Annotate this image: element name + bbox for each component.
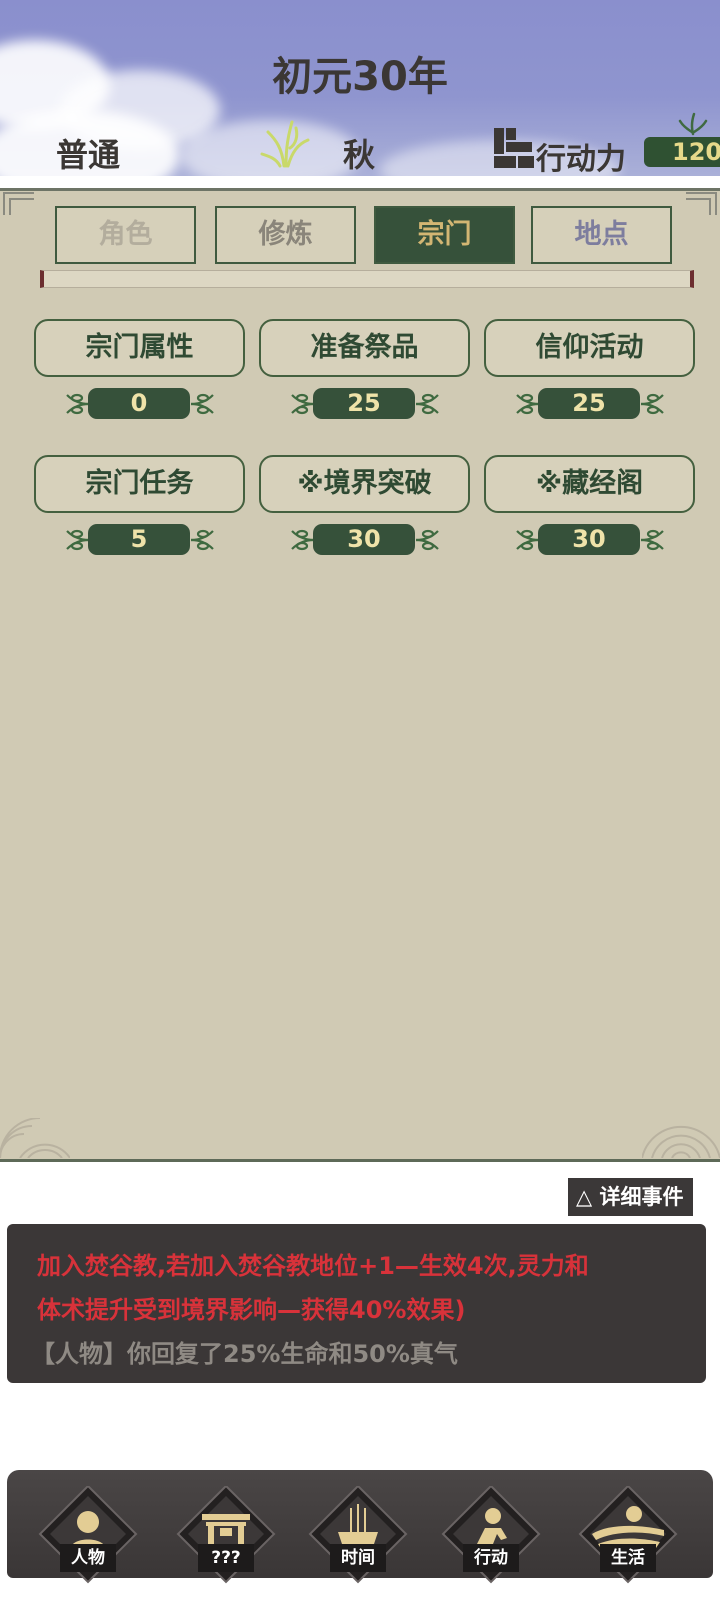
nav-label: ??? — [198, 1544, 254, 1572]
nav-unknown[interactable]: ??? — [176, 1486, 276, 1586]
nav-label: 人物 — [60, 1544, 116, 1572]
cost-value: 30 — [313, 524, 415, 555]
tab-sect[interactable]: 宗门 — [374, 206, 515, 264]
nav-action[interactable]: 行动 — [441, 1486, 541, 1586]
season-label: 秋 — [343, 136, 376, 174]
action-power-value: 120 — [644, 137, 720, 167]
nav-label: 生活 — [600, 1544, 656, 1572]
current-year: 初元30年 — [272, 54, 448, 100]
scripture-library-button[interactable]: ※藏经阁 — [484, 455, 695, 513]
leaf-icon — [678, 112, 708, 136]
wave-ornament — [0, 1118, 70, 1158]
cost-value: 25 — [313, 388, 415, 419]
right-leaf-icon — [415, 393, 439, 415]
action-power-icon — [494, 128, 534, 168]
realm-breakthrough-button[interactable]: ※境界突破 — [259, 455, 470, 513]
cost-value: 30 — [538, 524, 640, 555]
nav-label: 时间 — [330, 1544, 386, 1572]
right-leaf-icon — [415, 529, 439, 551]
corner-ornament — [3, 192, 34, 215]
cost-indicator: 0 — [65, 386, 215, 422]
right-leaf-icon — [190, 529, 214, 551]
cost-indicator: 25 — [515, 386, 665, 422]
event-log[interactable]: 加入焚谷教,若加入焚谷教地位+1—生效4次,灵力和 体术提升受到境界影响—获得4… — [7, 1224, 706, 1383]
right-leaf-icon — [640, 529, 664, 551]
log-line: 体术提升受到境界影响—获得40%效果) — [37, 1296, 466, 1324]
log-line: 加入焚谷教,若加入焚谷教地位+1—生效4次,灵力和 — [37, 1252, 589, 1280]
autumn-grass-icon — [260, 120, 310, 168]
corner-ornament — [686, 192, 717, 215]
detail-events-button[interactable]: △ 详细事件 — [568, 1178, 693, 1216]
nav-label: 行动 — [463, 1544, 519, 1572]
right-leaf-icon — [640, 393, 664, 415]
prepare-offerings-button[interactable]: 准备祭品 — [259, 319, 470, 377]
divider-bar — [40, 270, 694, 288]
cost-value: 5 — [88, 524, 190, 555]
cost-indicator: 30 — [290, 522, 440, 558]
cost-indicator: 5 — [65, 522, 215, 558]
tab-location[interactable]: 地点 — [531, 206, 672, 264]
nav-life[interactable]: 生活 — [578, 1486, 678, 1586]
action-power-label: 行动力 — [536, 142, 626, 176]
wave-ornament — [642, 1125, 720, 1158]
difficulty-label: 普通 — [56, 136, 121, 174]
log-line: 【人物】你回复了25%生命和50%真气 — [31, 1340, 458, 1368]
tab-character[interactable]: 角色 — [55, 206, 196, 264]
cost-value: 0 — [88, 388, 190, 419]
cost-value: 25 — [538, 388, 640, 419]
cost-indicator: 25 — [290, 386, 440, 422]
right-leaf-icon — [190, 393, 214, 415]
sect-mission-button[interactable]: 宗门任务 — [34, 455, 245, 513]
tab-cultivation[interactable]: 修炼 — [215, 206, 356, 264]
faith-activity-button[interactable]: 信仰活动 — [484, 319, 695, 377]
nav-time[interactable]: 时间 — [308, 1486, 408, 1586]
cost-indicator: 30 — [515, 522, 665, 558]
nav-character[interactable]: 人物 — [38, 1486, 138, 1586]
sect-attributes-button[interactable]: 宗门属性 — [34, 319, 245, 377]
top-status-header: 初元30年 普通 秋 行动力 120 — [0, 0, 720, 176]
